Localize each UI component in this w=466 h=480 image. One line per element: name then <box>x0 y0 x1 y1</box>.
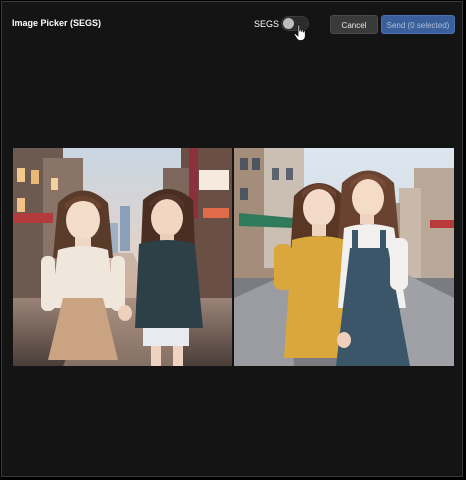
anime-girls-city-street-image-1 <box>13 148 232 366</box>
image-thumbnail-2[interactable] <box>234 148 454 366</box>
send-button[interactable]: Send (0 selected) <box>381 15 455 34</box>
segs-label: SEGS <box>254 19 280 29</box>
image-gallery <box>13 148 454 366</box>
dialog-header: Image Picker (SEGS) SEGS Cancel Send (0 … <box>2 2 462 46</box>
anime-girls-city-street-image-2 <box>234 148 454 366</box>
hand-pointer-icon <box>293 24 306 41</box>
cancel-button[interactable]: Cancel <box>330 15 378 34</box>
image-thumbnail-1[interactable] <box>13 148 232 366</box>
image-picker-dialog: Image Picker (SEGS) SEGS Cancel Send (0 … <box>1 1 463 477</box>
dialog-title: Image Picker (SEGS) <box>12 18 102 28</box>
